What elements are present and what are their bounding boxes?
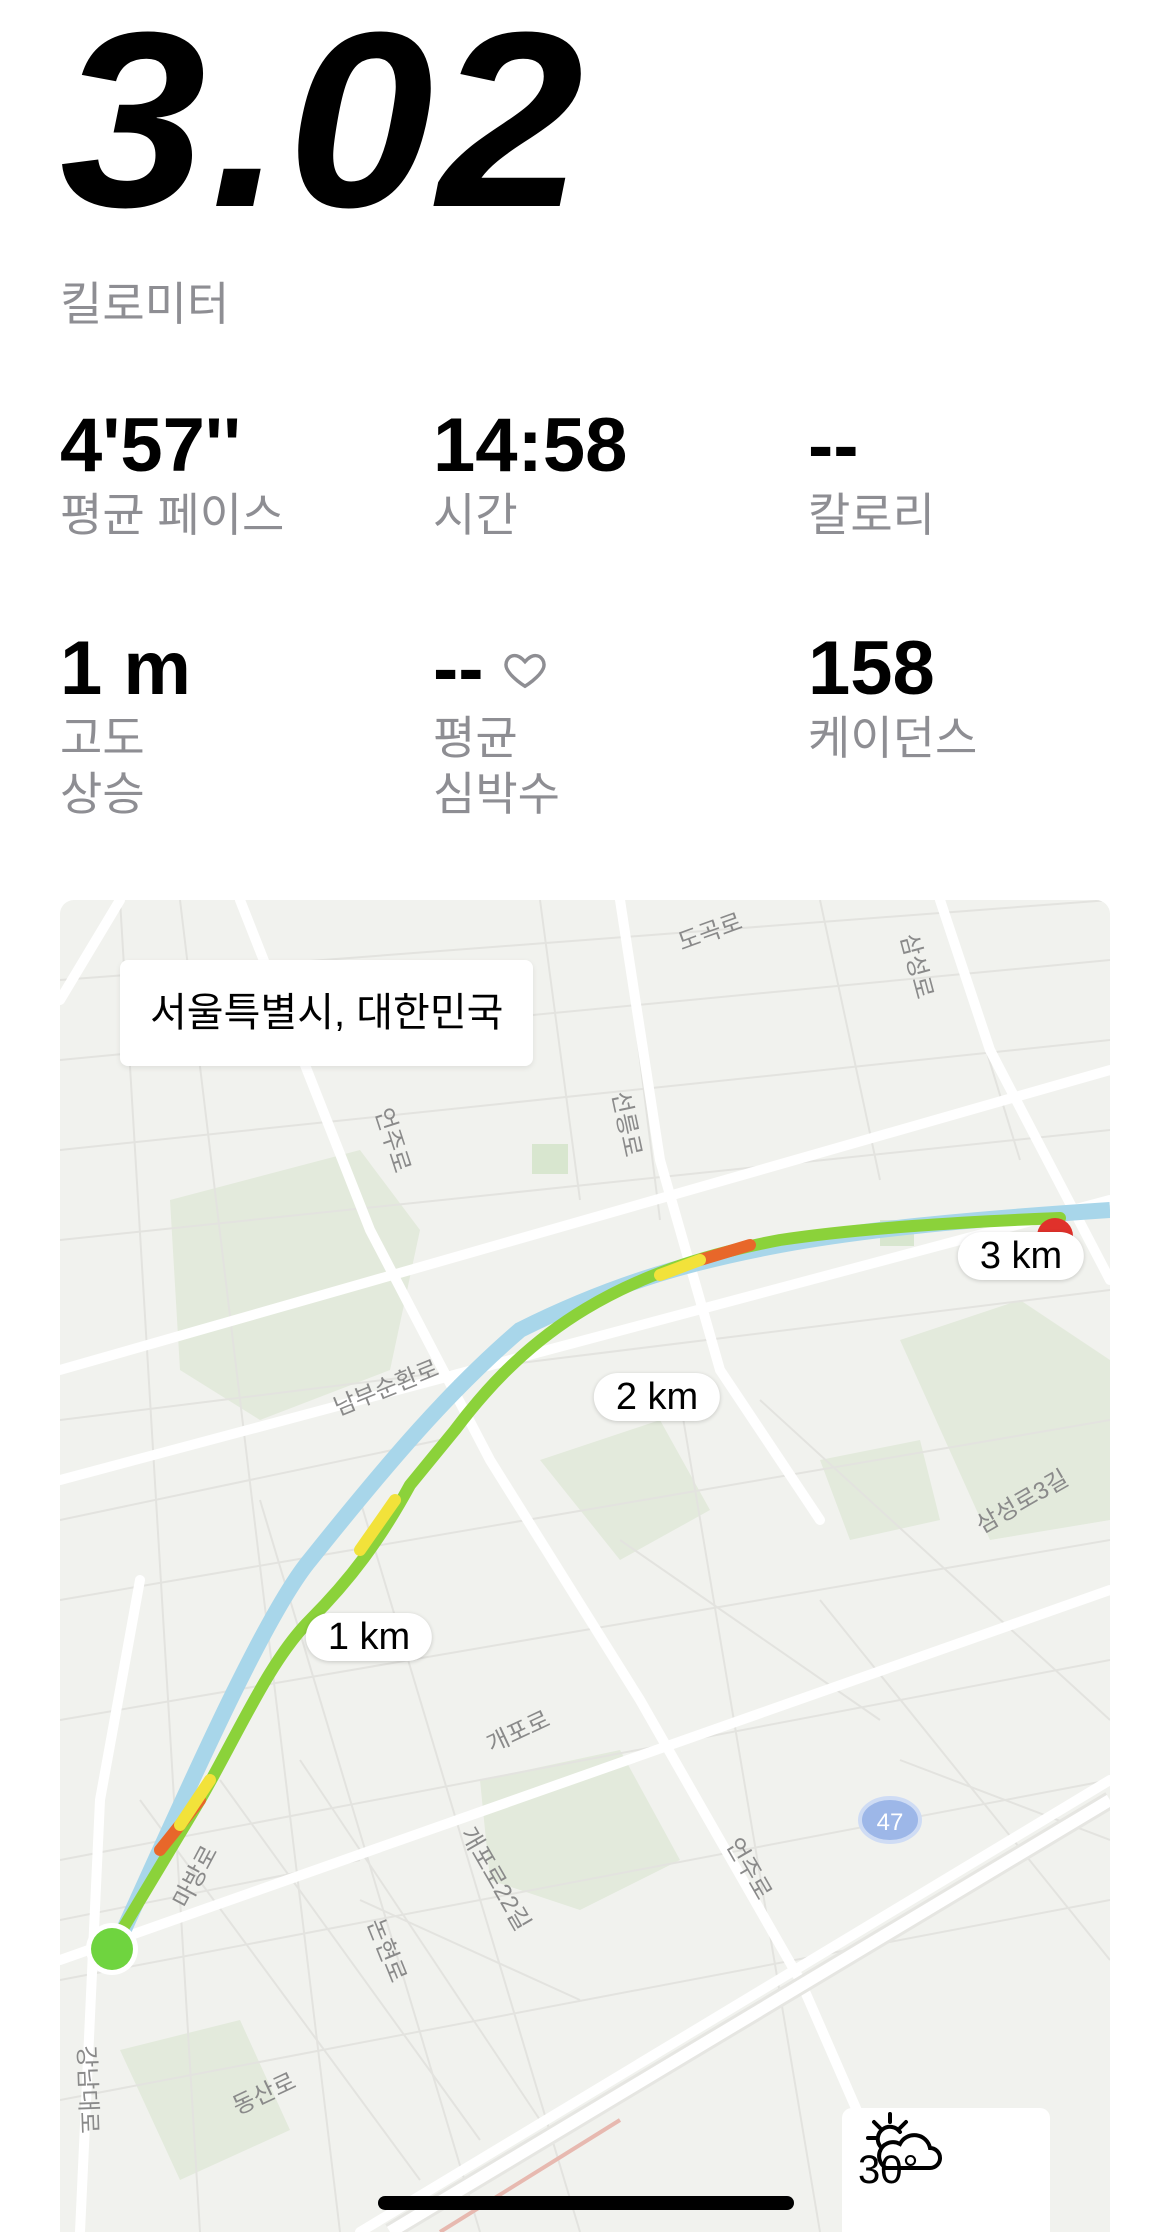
calories-value: -- [808, 403, 859, 488]
pace-label: 평균 페이스 [60, 489, 285, 541]
stat-heart-rate: -- 평균 심박수 [433, 628, 560, 822]
elevation-value: 1 m [60, 626, 191, 711]
heart-rate-value: -- [433, 626, 484, 711]
cadence-value: 158 [808, 626, 935, 711]
time-label: 시간 [433, 489, 518, 541]
stat-pace: 4'57'' 평균 페이스 [60, 405, 284, 543]
map-background: 47 [60, 900, 1110, 2232]
location-label: 서울특별시, 대한민국 [120, 960, 534, 1066]
km-marker-3: 3 km [957, 1232, 1085, 1280]
elevation-label-2: 상승 [60, 768, 145, 820]
heart-rate-label-2: 심박수 [433, 768, 560, 820]
pace-value: 4'57'' [60, 403, 242, 488]
km-marker-1: 1 km [305, 1613, 433, 1661]
road-label: 강남대로 [72, 2044, 103, 2135]
stat-time: 14:58 시간 [433, 405, 627, 543]
partly-sunny-icon [866, 2112, 942, 2170]
calories-label: 칼로리 [808, 489, 935, 541]
heart-rate-label-1: 평균 [433, 712, 518, 764]
distance-unit: 킬로미터 [60, 278, 230, 330]
elevation-label-1: 고도 [60, 712, 145, 764]
start-marker [91, 1928, 133, 1970]
cadence-label: 케이던스 [808, 712, 978, 764]
heart-outline-icon [503, 653, 546, 689]
km-marker-2: 2 km [593, 1373, 721, 1421]
stat-elevation: 1 m 고도 상승 [60, 628, 191, 822]
time-value: 14:58 [433, 403, 628, 488]
stat-cadence: 158 케이던스 [808, 628, 977, 766]
route-badge-label: 47 [877, 1809, 904, 1836]
weather-card: 30° [842, 2108, 1050, 2232]
route-47-badge: 47 [858, 1796, 922, 1844]
stat-calories: -- 칼로리 [808, 405, 935, 543]
home-indicator[interactable] [378, 2196, 794, 2210]
distance-value: 3.02 [60, 0, 588, 259]
route-map[interactable]: 47 서울특별시, 대한민국 1 km 2 km 3 km 도곡로 삼성로 언주… [60, 900, 1110, 2232]
